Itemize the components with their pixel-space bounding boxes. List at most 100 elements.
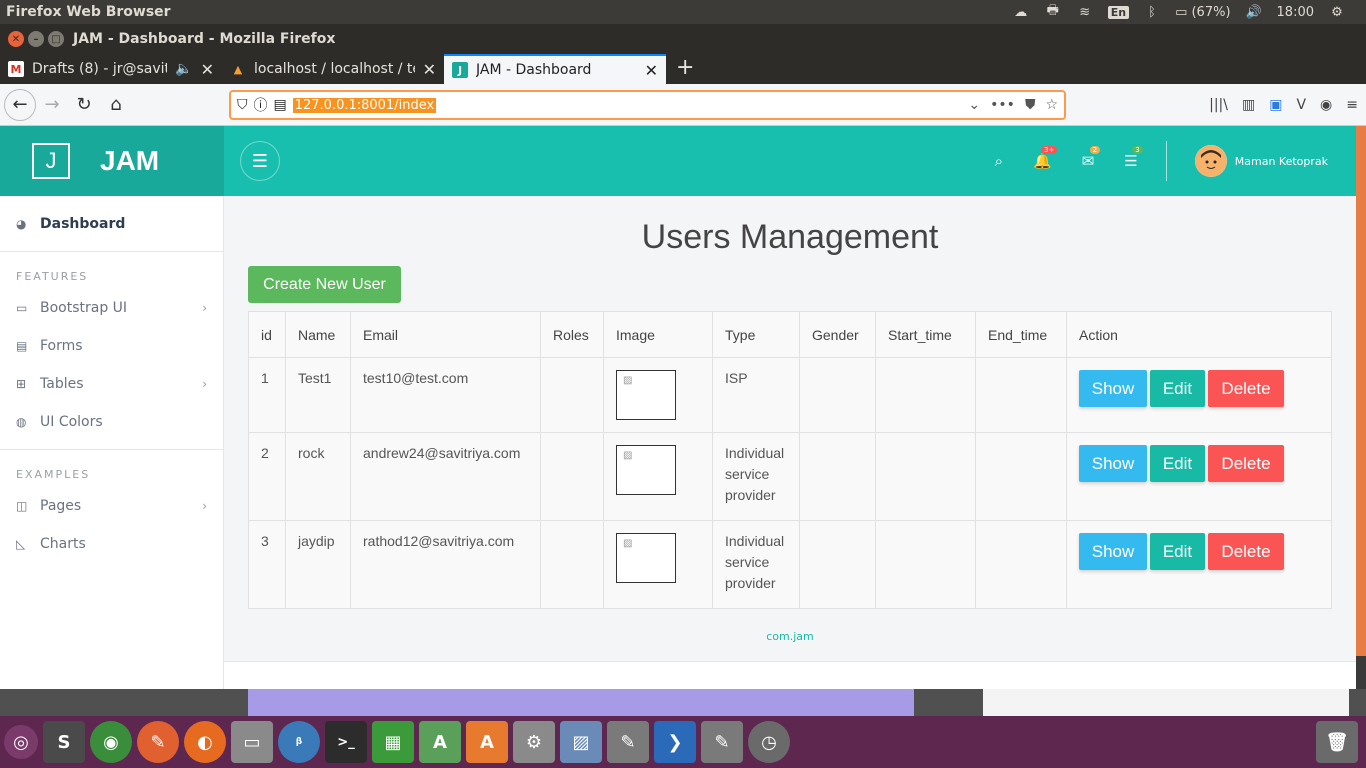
sidebar-section-title: EXAMPLES — [16, 468, 91, 481]
tab-phpmyadmin[interactable]: ▲ localhost / localhost / te ✕ — [222, 54, 444, 84]
firefox-icon[interactable]: ◐ — [184, 721, 226, 763]
sublime-text-icon[interactable]: S — [43, 721, 85, 763]
terminal-icon[interactable]: >_ — [325, 721, 367, 763]
chrome-beta-icon[interactable]: β — [278, 721, 320, 763]
text-editor-icon[interactable]: ✎ — [607, 721, 649, 763]
keyboard-language[interactable]: En — [1107, 5, 1130, 19]
show-button[interactable]: Show — [1079, 533, 1147, 570]
library-icon[interactable]: |||\ — [1209, 97, 1228, 113]
volume-icon[interactable]: 🔊 — [1245, 5, 1263, 20]
edit-button[interactable]: Edit — [1150, 445, 1205, 482]
create-user-button[interactable]: Create New User — [248, 266, 401, 303]
users-table: id Name Email Roles Image Type Gender St… — [248, 311, 1332, 609]
notes-icon[interactable]: ✎ — [701, 721, 743, 763]
sidebar-toggle-button[interactable]: ☰ — [240, 141, 280, 181]
delete-button[interactable]: Delete — [1208, 445, 1284, 482]
sidebar-item-forms[interactable]: ▤ Forms — [0, 327, 223, 365]
broken-image-icon: ▨ — [616, 533, 676, 583]
sidebar-item-tables[interactable]: ⊞ Tables › — [0, 365, 223, 403]
cell-end-time — [975, 357, 1067, 433]
clock[interactable]: 18:00 — [1277, 5, 1314, 20]
spreadsheet-icon[interactable]: ▦ — [372, 721, 414, 763]
reload-button[interactable]: ↻ — [68, 89, 100, 121]
chevron-down-icon[interactable]: ⌄ — [968, 97, 980, 113]
cell-email: andrew24@savitriya.com — [350, 432, 541, 521]
extension-icon[interactable]: ▣ — [1269, 97, 1282, 113]
edit-button[interactable]: Edit — [1150, 533, 1205, 570]
app-viewport: J JAM ☰ ⌕ 🔔 3+ ✉ 2 ☰ 3 Maman Ketoprak ◕ Das… — [0, 126, 1356, 689]
tab-label: localhost / localhost / te — [254, 61, 415, 77]
tab-gmail[interactable]: M Drafts (8) - jr@savitriy 🔈 ✕ — [0, 54, 222, 84]
delete-button[interactable]: Delete — [1208, 533, 1284, 570]
app-topbar: ☰ ⌕ 🔔 3+ ✉ 2 ☰ 3 Maman Ketoprak — [224, 126, 1356, 196]
edit-button[interactable]: Edit — [1150, 370, 1205, 407]
sidebar-item-ui-colors[interactable]: ◍ UI Colors — [0, 403, 223, 441]
new-tab-button[interactable]: + — [666, 54, 704, 84]
user-menu[interactable]: Maman Ketoprak — [1194, 145, 1328, 177]
sidebar-item-bootstrap-ui[interactable]: ▭ Bootstrap UI › — [0, 289, 223, 327]
cell-start-time — [875, 520, 976, 609]
cell-start-time — [875, 432, 976, 521]
show-button[interactable]: Show — [1079, 445, 1147, 482]
window-minimize-button[interactable]: – — [28, 31, 44, 47]
vue-devtools-icon[interactable]: V — [1296, 97, 1306, 113]
delete-button[interactable]: Delete — [1208, 370, 1284, 407]
tasks-icon[interactable]: ☰ 3 — [1124, 146, 1143, 170]
page-actions-icon[interactable]: ••• — [990, 97, 1015, 113]
tab-close-icon[interactable]: ✕ — [645, 61, 658, 80]
tab-close-icon[interactable]: ✕ — [423, 60, 436, 79]
sidebar-icon[interactable]: ▥ — [1242, 97, 1255, 113]
skype-icon[interactable]: ☁ — [1012, 5, 1030, 20]
gmail-icon: M — [8, 61, 24, 77]
bookmark-star-icon[interactable]: ☆ — [1045, 97, 1058, 113]
audio-icon[interactable]: 🔈 — [175, 61, 192, 77]
brand-header[interactable]: J JAM — [0, 126, 224, 196]
chrome-icon[interactable]: ◉ — [90, 721, 132, 763]
mail-icon[interactable]: ✉ 2 — [1082, 146, 1101, 170]
power-icon[interactable]: ⚙ — [1328, 5, 1346, 20]
window-icon: ▭ — [16, 301, 28, 315]
postman-icon[interactable]: ✎ — [137, 721, 179, 763]
software-center-icon[interactable]: A — [466, 721, 508, 763]
settings-icon[interactable]: ⚙ — [513, 721, 555, 763]
sidebar-item-charts[interactable]: ◺ Charts — [0, 525, 223, 563]
sidebar-item-label: UI Colors — [40, 414, 103, 430]
wifi-icon[interactable]: ≋ — [1076, 5, 1094, 20]
page-scrollbar[interactable] — [1356, 126, 1366, 656]
permissions-icon[interactable]: ▤ — [274, 97, 287, 113]
window-close-button[interactable]: ✕ — [8, 31, 24, 47]
ubuntu-logo-icon[interactable]: ◎ — [4, 725, 38, 759]
search-icon[interactable]: ⌕ — [995, 152, 1003, 170]
url-bar[interactable]: ⛉ ⓘ ▤ 127.0.0.1:8001/index ⌄ ••• ⛊ ☆ — [229, 90, 1066, 120]
tab-close-icon[interactable]: ✕ — [201, 60, 214, 79]
printer-icon[interactable]: 🖶 — [1044, 3, 1062, 19]
sidebar-item-label: Dashboard — [40, 215, 126, 232]
window-maximize-button[interactable]: □ — [48, 31, 64, 47]
cell-gender — [799, 357, 876, 433]
vscode-icon[interactable]: ❯ — [654, 721, 696, 763]
site-info-icon[interactable]: ⓘ — [254, 95, 268, 115]
url-text[interactable]: 127.0.0.1:8001/index — [292, 97, 437, 113]
tab-jam-dashboard[interactable]: J JAM - Dashboard ✕ — [444, 54, 666, 84]
bluetooth-icon[interactable]: ᛒ — [1143, 5, 1161, 20]
column-header: Email — [350, 311, 541, 358]
menu-icon[interactable]: ≡ — [1346, 97, 1358, 113]
pocket-icon[interactable]: ⛊ — [1025, 97, 1036, 113]
battery-indicator[interactable]: ▭ (67%) — [1175, 5, 1230, 20]
files-icon[interactable]: ▭ — [231, 721, 273, 763]
columns-icon: ◫ — [16, 499, 28, 513]
forward-button[interactable]: → — [36, 89, 68, 121]
home-button[interactable]: ⌂ — [100, 89, 132, 121]
account-icon[interactable]: ◉ — [1320, 97, 1332, 113]
sidebar-item-pages[interactable]: ◫ Pages › — [0, 487, 223, 525]
footer-link[interactable]: com.jam — [224, 630, 1356, 643]
android-studio-icon[interactable]: A — [419, 721, 461, 763]
tracking-shield-icon[interactable]: ⛉ — [237, 97, 248, 113]
trash-icon[interactable]: 🗑 — [1316, 721, 1358, 763]
sidebar-item-dashboard[interactable]: ◕ Dashboard — [0, 196, 223, 252]
show-button[interactable]: Show — [1079, 370, 1147, 407]
back-button[interactable]: ← — [4, 88, 36, 121]
clock-icon[interactable]: ◷ — [748, 721, 790, 763]
image-viewer-icon[interactable]: ▨ — [560, 721, 602, 763]
notification-bell-icon[interactable]: 🔔 3+ — [1033, 146, 1058, 170]
